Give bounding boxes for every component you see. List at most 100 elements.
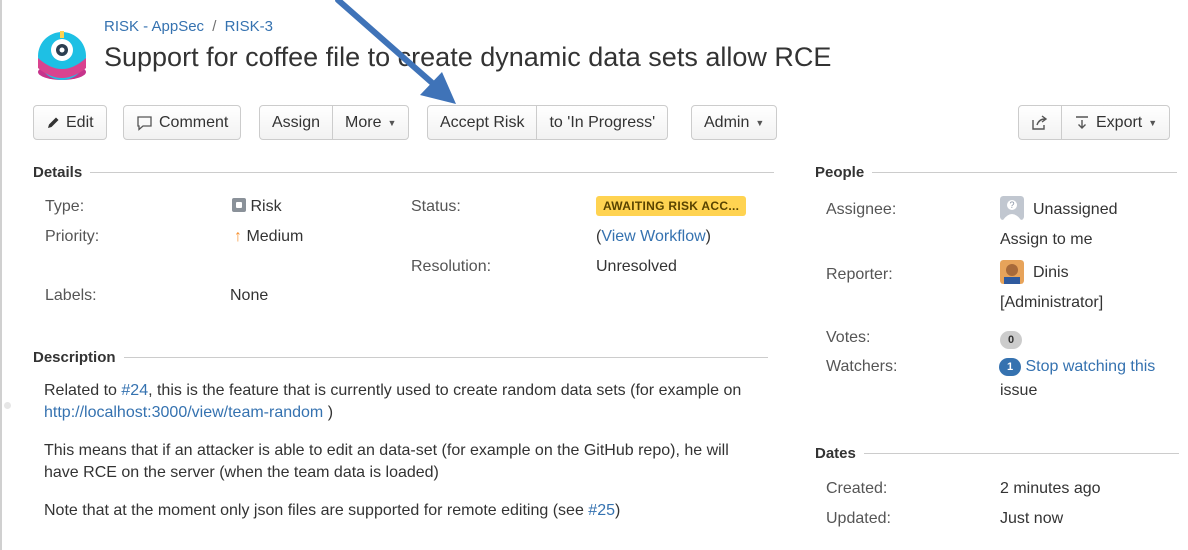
created-value: 2 minutes ago [1000,480,1101,497]
comment-button-label: Comment [159,113,229,131]
more-button[interactable]: More ▼ [332,106,408,139]
reporter-avatar-icon [1000,260,1024,284]
description-text: , this is the feature that is currently … [148,382,742,399]
comment-group: Comment [123,105,242,140]
labels-value: None [230,287,269,304]
priority-value: ↑ Medium [234,228,303,246]
resolution-label: Resolution: [411,258,492,275]
breadcrumb-separator: / [212,18,217,35]
view-workflow: (View Workflow) [596,228,711,246]
breadcrumb: RISK - AppSec / RISK-3 [104,18,273,35]
stop-watching-link-line-2[interactable]: issue [1000,382,1037,400]
accept-risk-label: Accept Risk [440,113,525,131]
created-label: Created: [826,480,888,497]
priority-label: Priority: [45,228,100,245]
share-export-group: Export ▼ [1018,105,1171,140]
localhost-link[interactable]: http://localhost:3000/view/team-random [44,404,323,421]
assign-to-me-link[interactable]: Assign to me [1000,231,1092,249]
votes-value: 0 [1000,330,1022,349]
status-label: Status: [411,198,461,215]
issue-link-24[interactable]: #24 [121,382,148,399]
comment-button[interactable]: Comment [124,106,240,139]
reporter-role: [Administrator] [1000,294,1104,311]
description-heading: Description [33,349,768,366]
share-icon [1032,114,1048,130]
chevron-down-icon: ▼ [387,117,397,128]
votes-label: Votes: [826,329,871,346]
workflow-paren-close: ) [705,228,711,245]
view-workflow-link[interactable]: View Workflow [601,228,705,245]
type-value-text: Risk [250,198,282,215]
description-text: Related to [44,382,122,399]
edit-group: Edit [33,105,107,140]
details-heading-text: Details [33,164,83,181]
download-icon [1076,115,1088,129]
stop-watching-link[interactable]: Stop watching this [1025,358,1155,375]
assign-more-group: Assign More ▼ [259,105,410,140]
watchers-badge: 1 [999,358,1021,376]
in-progress-button[interactable]: to 'In Progress' [536,106,667,139]
people-divider [872,172,1178,173]
in-progress-label: to 'In Progress' [549,113,656,131]
details-heading: Details [33,164,775,181]
decorative-dot [4,402,11,409]
description-text: ) [615,502,621,519]
details-divider [90,172,775,173]
breadcrumb-issue-link[interactable]: RISK-3 [225,18,273,35]
admin-button-label: Admin [704,113,750,131]
description-paragraph-2: This means that if an attacker is able t… [44,442,729,481]
dates-divider [863,453,1179,454]
description-text: ) [323,404,334,421]
breadcrumb-project-link[interactable]: RISK - AppSec [104,18,204,35]
admin-group: Admin ▼ [691,105,778,140]
issue-toolbar: Edit Comment Assign More ▼ Accept Risk to… [33,105,1183,141]
description-heading-text: Description [33,349,116,366]
risk-icon [232,198,246,212]
page-title: Support for coffee file to create dynami… [104,42,832,72]
pencil-icon [48,117,59,128]
people-heading: People [815,164,1178,181]
export-button[interactable]: Export ▼ [1061,106,1169,139]
priority-value-text: Medium [246,228,304,245]
votes-badge[interactable]: 0 [1000,331,1022,349]
resolution-value: Unresolved [596,258,677,275]
dates-heading: Dates [815,445,1179,462]
admin-button[interactable]: Admin ▼ [692,106,776,139]
robot-avatar-icon[interactable] [34,28,90,84]
status-badge: AWAITING RISK ACC... [596,196,747,216]
chevron-down-icon: ▼ [1148,117,1158,128]
accept-risk-button[interactable]: Accept Risk [428,106,536,139]
speech-bubble-icon [137,115,152,131]
export-button-label: Export [1096,113,1143,131]
workflow-group: Accept Risk to 'In Progress' [427,105,669,140]
description-paragraph-1: Related to #24, this is the feature that… [44,380,764,424]
issue-link-25[interactable]: #25 [588,502,615,519]
chevron-down-icon: ▼ [755,117,765,128]
watchers-label: Watchers: [826,358,898,375]
type-value: Risk [232,198,282,216]
svg-text:?: ? [1009,200,1014,210]
dates-heading-text: Dates [815,445,856,462]
watchers-value: 1 Stop watching this [999,358,1155,376]
labels-label: Labels: [45,287,97,304]
reporter-label: Reporter: [826,266,893,283]
edit-button-label: Edit [66,113,94,131]
assign-button-label: Assign [272,113,321,131]
assignee-label: Assignee: [826,201,897,218]
type-label: Type: [45,198,85,215]
page-left-border [0,0,2,550]
more-button-label: More [345,113,382,131]
description-paragraph-3: Note that at the moment only json files … [44,500,764,522]
reporter-name[interactable]: Dinis [1033,264,1069,282]
assignee-value: Unassigned [1033,201,1118,218]
unassigned-avatar-icon: ? [1000,196,1024,220]
share-button[interactable] [1019,106,1061,139]
people-heading-text: People [815,164,865,181]
arrow-up-icon: ↑ [234,228,242,245]
description-divider [123,357,768,358]
assign-button[interactable]: Assign [260,106,332,139]
updated-label: Updated: [826,510,891,527]
edit-button[interactable]: Edit [34,106,106,139]
updated-value: Just now [1000,510,1064,527]
description-text: Note that at the moment only json files … [44,502,589,519]
